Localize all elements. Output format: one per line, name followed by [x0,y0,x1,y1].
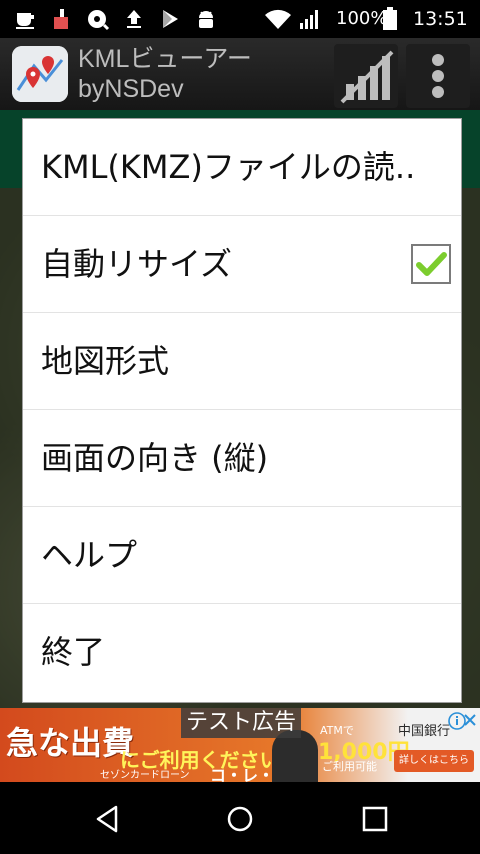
notification-cup-icon [16,13,34,29]
menu-item-map-type[interactable]: 地図形式 [23,313,461,410]
ad-close-icon[interactable] [462,712,478,728]
signal-icon [300,10,318,29]
menu-item-label: 終了 [41,633,106,671]
app-logo-icon[interactable] [12,46,68,102]
wifi-icon [265,9,291,29]
battery-icon [383,7,397,30]
menu-item-exit[interactable]: 終了 [23,604,461,701]
menu-item-label: 地図形式 [41,342,170,380]
menu-item-load-kml[interactable]: KML(KMZ)ファイルの読.. [23,119,461,216]
back-icon[interactable] [92,804,122,834]
app-title-developer: byNSDev [78,75,184,103]
menu-item-screen-orientation[interactable]: 画面の向き (縦) [23,410,461,507]
disc-icon [88,10,110,31]
app-title: KMLビューアー byNSDev [78,44,252,104]
overflow-menu-button[interactable] [406,44,470,108]
clock: 13:51 [413,8,468,30]
ad-available-text: ご利用可能 [322,760,377,773]
recents-icon[interactable] [360,804,390,834]
android-icon [199,11,213,28]
overflow-menu-icon [432,54,444,98]
signal-chart-button[interactable] [334,44,398,108]
menu-item-label: ヘルプ [41,536,138,574]
menu-item-label: 画面の向き (縦) [41,439,269,477]
test-ad-label: テスト広告 [181,708,301,738]
battery-percent: 100% [336,8,388,29]
home-icon[interactable] [225,804,255,834]
action-bar: KMLビューアー byNSDev [0,38,480,110]
app-title-name: KMLビューアー [78,45,252,73]
auto-resize-checkbox[interactable] [411,244,451,284]
signal-chart-icon [340,50,394,104]
ad-cta-button[interactable]: 詳しくはこちら [394,750,474,772]
menu-item-auto-resize[interactable]: 自動リサイズ [23,216,461,313]
ad-bank-name: 中国銀行 [398,724,451,739]
play-store-icon [163,10,178,28]
status-bar: 100% 13:51 [0,0,480,38]
navigation-bar [0,782,480,854]
checkmark-icon [416,252,447,276]
menu-item-label: KML(KMZ)ファイルの読.. [41,148,416,186]
ad-headline: 急な出費 [6,724,135,762]
options-menu-dialog: KML(KMZ)ファイルの読.. 自動リサイズ 地図形式 画面の向き (縦) ヘ… [22,118,462,703]
menu-item-help[interactable]: ヘルプ [23,507,461,604]
upload-icon [127,10,141,28]
broom-icon [54,9,68,29]
ad-small-text: セゾンカードローン [100,770,190,781]
menu-item-label: 自動リサイズ [41,245,233,283]
